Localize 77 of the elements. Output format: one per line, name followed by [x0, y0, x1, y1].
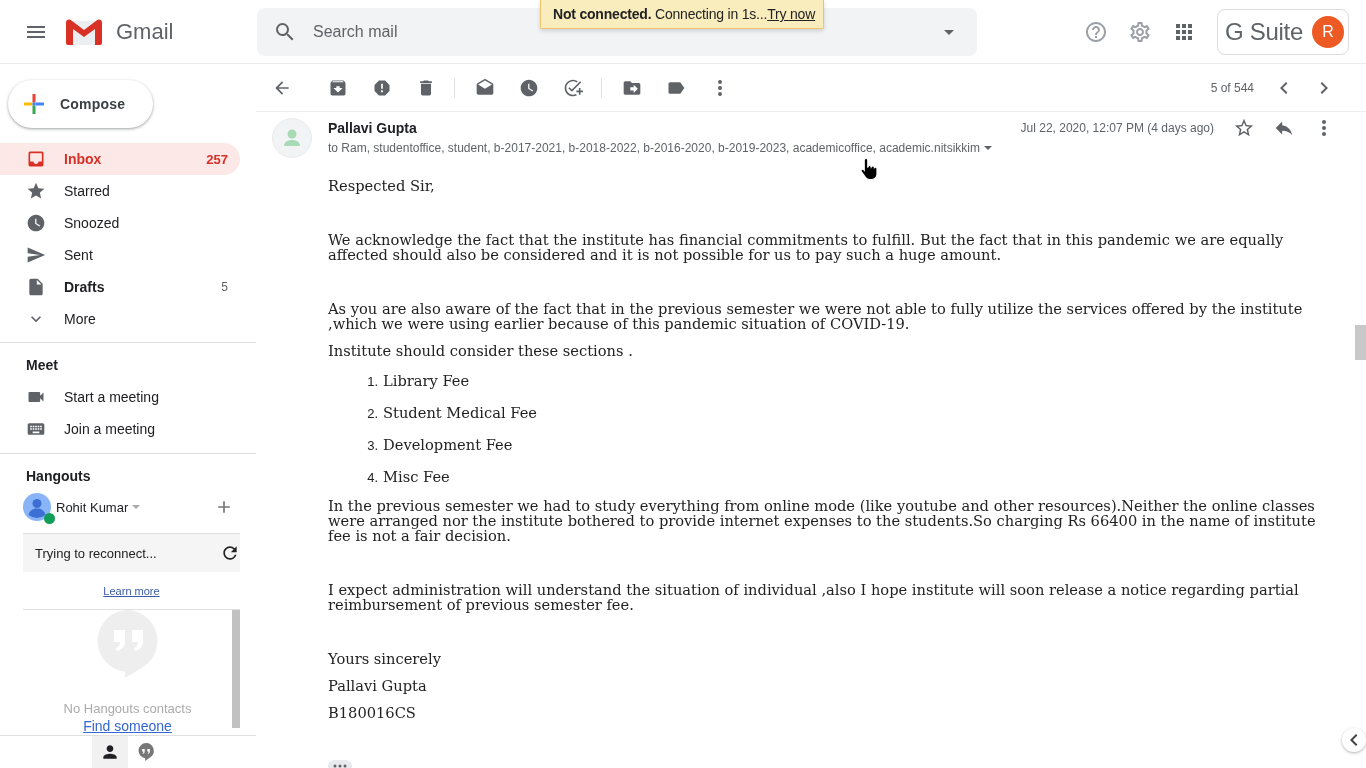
chevron-right-icon	[1320, 82, 1328, 94]
nav-item[interactable]: Inbox 257	[0, 143, 240, 175]
message-paragraph: We acknowledge the fact that the institute has financial commitments to fulfill. But the fact that in this pandemic we are equally affected should also be considered and it is not possible for us to pay such a huge amount.	[328, 232, 1285, 262]
send-icon	[26, 245, 46, 265]
list-item-text: Student Medical Fee	[383, 405, 537, 420]
message-paragraph: Yours sincerely	[328, 651, 442, 666]
message-paragraph: Respected Sir,	[328, 178, 436, 193]
message-paragraph: Institute should consider these sections .	[328, 343, 634, 358]
chevron-left-icon	[1280, 82, 1288, 94]
archive-icon	[328, 78, 348, 98]
meet-item[interactable]: Join a meeting	[0, 413, 240, 445]
envelope-icon	[475, 78, 495, 98]
nav-item[interactable]: Snoozed	[0, 207, 240, 239]
empty-contacts-text: No Hangouts contacts	[63, 700, 192, 718]
ellipsis-icon	[333, 764, 347, 768]
clock-icon	[519, 78, 539, 98]
caret-icon[interactable]	[983, 146, 992, 150]
list-number: 2.	[367, 406, 378, 421]
side-panel-toggle[interactable]	[1342, 728, 1366, 752]
unread-count: 5	[221, 280, 228, 294]
list-number: 1.	[367, 374, 378, 389]
app-name: Gmail	[116, 18, 174, 45]
plus-icon	[24, 94, 44, 114]
chat-bubble-illustration	[96, 610, 159, 678]
more-icon	[1322, 120, 1326, 136]
message-paragraph: As you are also aware of the fact that in the previous semester we were not able to fully utilize the services offered by the institute ,which we were using earlier because of this pandemic situation of COVID-19.	[328, 301, 1304, 331]
hand-cursor-icon	[860, 157, 878, 181]
scrollbar-thumb[interactable]	[232, 610, 240, 728]
mail-logo	[66, 18, 102, 45]
star-icon	[26, 181, 46, 201]
refresh-icon	[220, 543, 240, 563]
sender-avatar	[272, 118, 312, 158]
help-icon	[1084, 19, 1108, 44]
reconnect-status: Trying to reconnect...	[35, 545, 157, 561]
chevron-left-icon	[1350, 734, 1358, 746]
compose-button[interactable]: Compose	[8, 80, 153, 128]
message-paragraph: In the previous semester we had to study everything from online mode (like youtube and other resources).Neither the online classes were arranged nor the institute bothered to provide internet expenses to the students.So charging Rs 66400 in the name of institute fee is not a fair decision.	[328, 498, 1317, 543]
message-date: Jul 22, 2020, 12:07 PM (4 days ago)	[1020, 121, 1214, 135]
message-paragraph: Pallavi Gupta	[328, 678, 428, 693]
message-paragraph: B180016CS	[328, 705, 417, 720]
find-someone-link[interactable]: Find someone	[83, 718, 172, 735]
list-item-text: Misc Fee	[383, 469, 450, 484]
chat-bubble-icon	[138, 743, 154, 761]
list-item-text: Library Fee	[383, 373, 470, 388]
settings-icon	[1128, 19, 1152, 44]
connection-message: Not connected. Connecting in 1s...	[553, 6, 768, 22]
list-number: 3.	[367, 438, 378, 453]
user-avatar	[23, 493, 51, 521]
more-icon	[718, 80, 722, 96]
recipients-text: to Ram, studentoffice, student, b-2017-2021, b-2018-2022, b-2016-2020, b-2019-2023, academicoffice, academic.nitsikkim	[328, 141, 980, 155]
section-title: Meet	[26, 356, 58, 375]
list-item-text: Development Fee	[383, 437, 513, 452]
message-paragraph: I expect administration will understand the situation of individual ,also I hope institute will soon release a notice regarding partial reimbursement of previous semester fee.	[328, 582, 1300, 612]
inbox-icon	[26, 149, 46, 169]
document-icon	[26, 277, 46, 297]
nav-item[interactable]: Starred	[0, 175, 240, 207]
message-position: 5 of 544	[1210, 81, 1254, 95]
scrollbar-thumb[interactable]	[1355, 325, 1366, 360]
clock-icon	[26, 213, 46, 233]
check-plus-icon	[563, 78, 583, 98]
product-name: G Suite	[1225, 17, 1303, 46]
learn-more-link[interactable]: Learn more	[103, 582, 160, 600]
unread-count: 257	[206, 151, 228, 167]
sender-name: Pallavi Gupta	[328, 120, 417, 136]
alert-icon	[372, 78, 392, 98]
contacts-tab[interactable]	[92, 736, 128, 768]
list-number: 4.	[367, 470, 378, 485]
nav-item[interactable]: Drafts 5	[0, 271, 240, 303]
nav-item[interactable]: Sent	[0, 239, 240, 271]
user-menu-button[interactable]: Rohit Kumar	[56, 499, 141, 515]
meet-item[interactable]: Start a meeting	[0, 381, 240, 413]
refresh-button[interactable]	[220, 543, 240, 563]
folder-arrow-icon	[622, 78, 642, 98]
caret-icon	[132, 505, 141, 509]
try-now-link[interactable]: Try now	[767, 6, 816, 22]
section-title: Hangouts	[26, 467, 91, 486]
nav-item[interactable]: More	[0, 303, 240, 335]
